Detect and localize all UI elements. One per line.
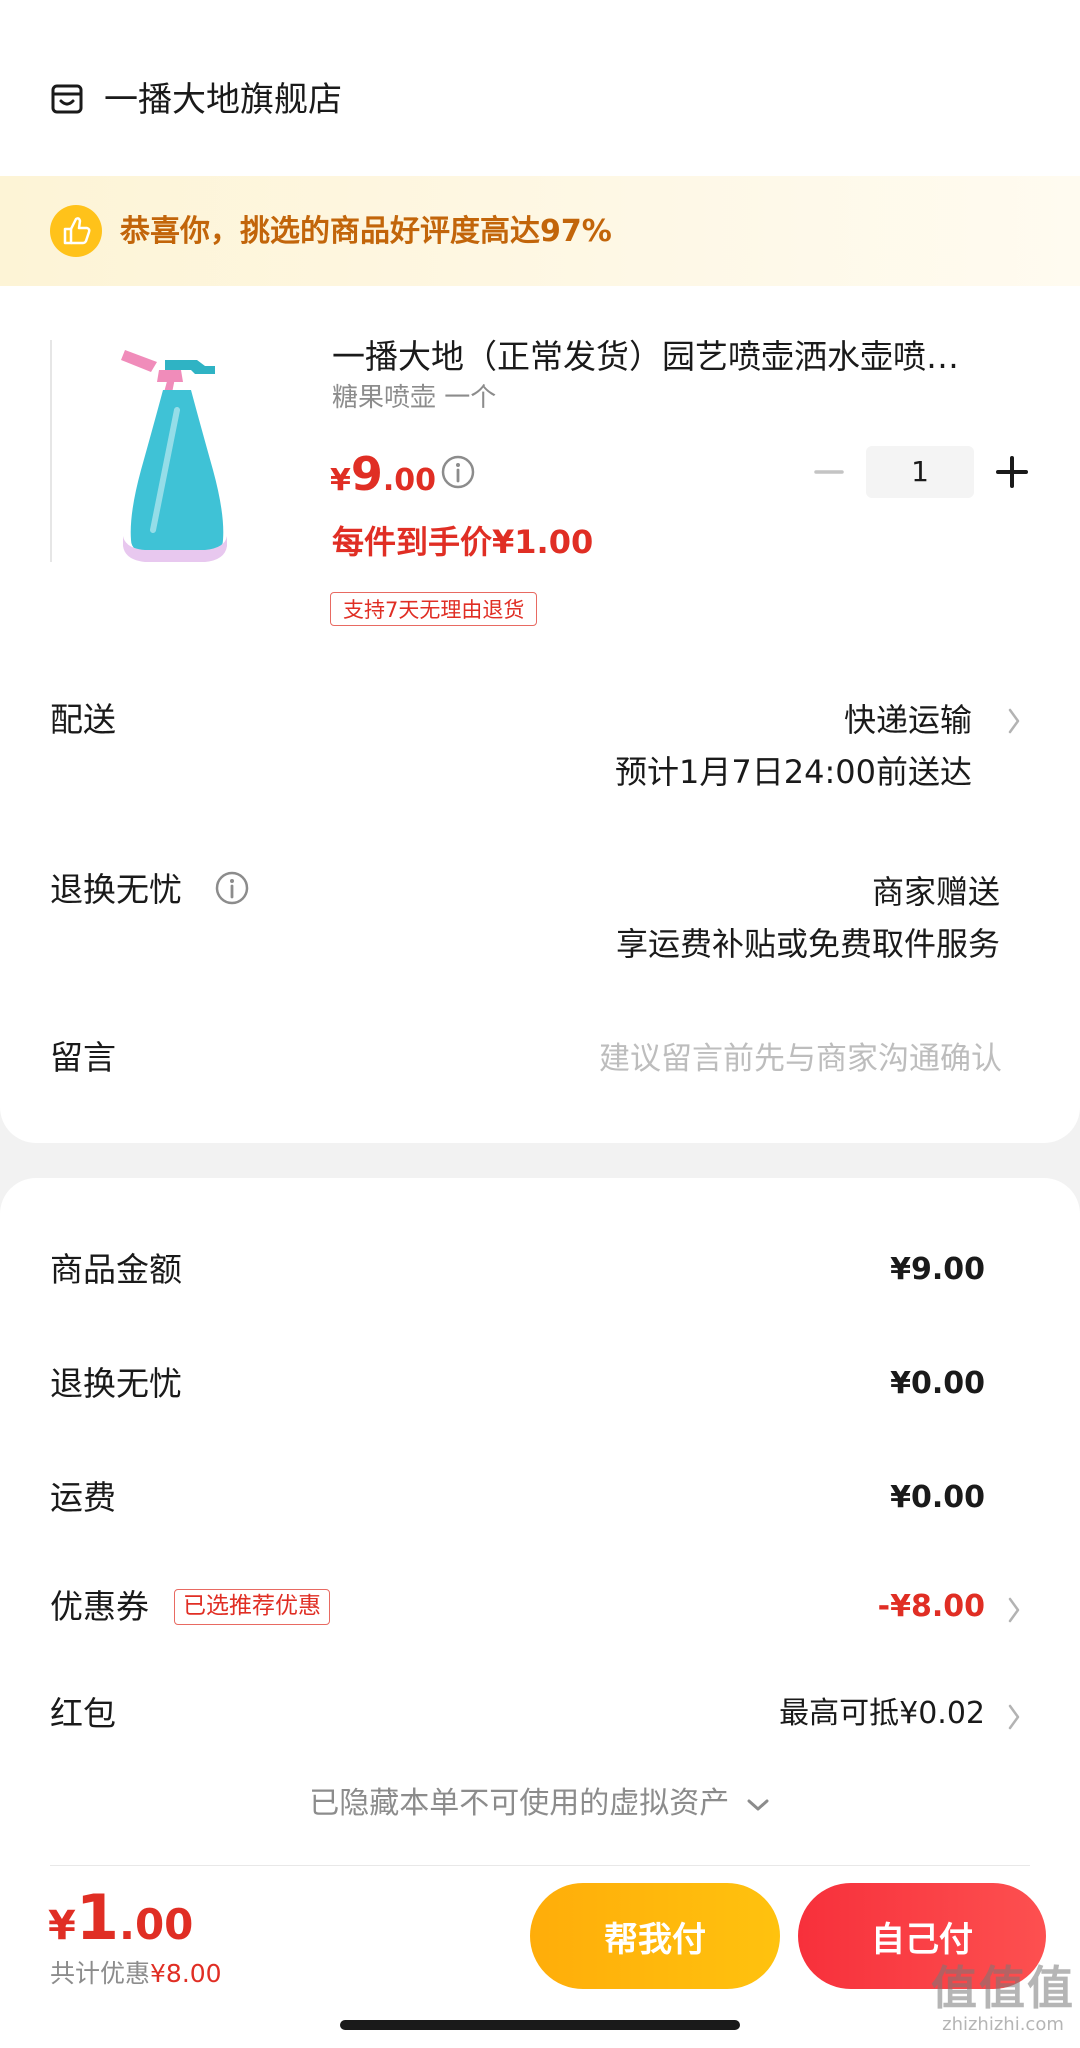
product-spec[interactable]: 糖果喷壶 一个	[332, 380, 496, 416]
order-card	[0, 0, 1080, 1143]
chevron-right-icon[interactable]	[1004, 704, 1024, 738]
returns-value-service: 享运费补贴或免费取件服务	[615, 925, 1000, 963]
quantity-value[interactable]: 1	[866, 446, 974, 498]
product-divider	[50, 340, 52, 562]
unit-price: 每件到手价¥1.00	[332, 523, 594, 561]
returns-fee-value: ¥0.00	[890, 1366, 985, 1401]
total-decimal: .00	[118, 1900, 194, 1949]
quantity-increase-button[interactable]	[992, 452, 1032, 492]
returns-info-icon[interactable]	[214, 870, 250, 906]
goods-amount-value: ¥9.00	[890, 1252, 985, 1287]
watermark-url: zhizhizhi.com	[942, 2014, 1064, 2035]
price-info-icon[interactable]	[440, 454, 476, 490]
help-me-pay-button[interactable]: 帮我付	[530, 1883, 780, 1989]
quantity-decrease-button[interactable]	[812, 448, 846, 496]
red-packet-label: 红包	[50, 1694, 116, 1733]
red-packet-value[interactable]: 最高可抵¥0.02	[779, 1692, 985, 1736]
chevron-right-icon[interactable]	[1004, 1593, 1024, 1627]
chevron-down-icon	[747, 1799, 769, 1810]
savings-amount: ¥8.00	[150, 1959, 222, 1988]
coupon-badge: 已选推荐优惠	[174, 1589, 330, 1625]
price-integer: 9	[350, 447, 383, 501]
message-input[interactable]	[500, 1030, 1004, 1088]
watermark-logo-text: 值值值	[931, 1961, 1075, 2015]
savings-label: 共计优惠	[50, 1959, 151, 1988]
chevron-right-icon[interactable]	[1004, 1700, 1024, 1734]
thumbs-up-icon	[50, 205, 102, 257]
delivery-eta[interactable]: 预计1月7日24:00前送达	[615, 750, 972, 794]
hidden-assets-toggle[interactable]: 已隐藏本单不可使用的虚拟资产	[0, 1782, 1080, 1826]
coupon-label: 优惠券	[50, 1587, 149, 1626]
total-integer: 1	[75, 1881, 119, 1954]
total-symbol: ¥	[48, 1903, 76, 1949]
delivery-label: 配送	[50, 700, 116, 739]
product-price: ¥9.00	[330, 446, 436, 513]
returns-label: 退换无忧	[50, 870, 182, 909]
watermark: 值值值 zhizhizhi.com	[928, 1962, 1078, 2036]
message-label: 留言	[50, 1038, 116, 1077]
coupon-value[interactable]: -¥8.00	[878, 1585, 985, 1629]
store-icon	[51, 84, 83, 114]
goods-amount-label: 商品金额	[50, 1250, 182, 1289]
store-name[interactable]: 一播大地旗舰店	[104, 78, 342, 122]
price-decimal: .00	[382, 463, 437, 498]
shipping-value: ¥0.00	[890, 1480, 985, 1515]
product-title[interactable]: 一播大地（正常发货）园艺喷壶洒水壶喷…	[332, 335, 1012, 379]
hidden-assets-text: 已隐藏本单不可使用的虚拟资产	[309, 1786, 730, 1821]
return-policy-badge: 支持7天无理由退货	[330, 592, 538, 626]
footer-divider	[50, 1865, 1030, 1866]
price-symbol: ¥	[330, 463, 351, 498]
delivery-method[interactable]: 快递运输	[844, 698, 972, 742]
returns-value-gift: 商家赠送	[871, 873, 1000, 911]
returns-fee-label: 退换无忧	[50, 1364, 182, 1403]
home-indicator[interactable]	[340, 2020, 740, 2030]
banner-text: 恭喜你，挑选的商品好评度高达97%	[120, 214, 612, 249]
shipping-label: 运费	[50, 1478, 116, 1517]
total-savings: 共计优惠¥8.00	[50, 1956, 222, 1992]
product-image[interactable]	[85, 330, 265, 570]
